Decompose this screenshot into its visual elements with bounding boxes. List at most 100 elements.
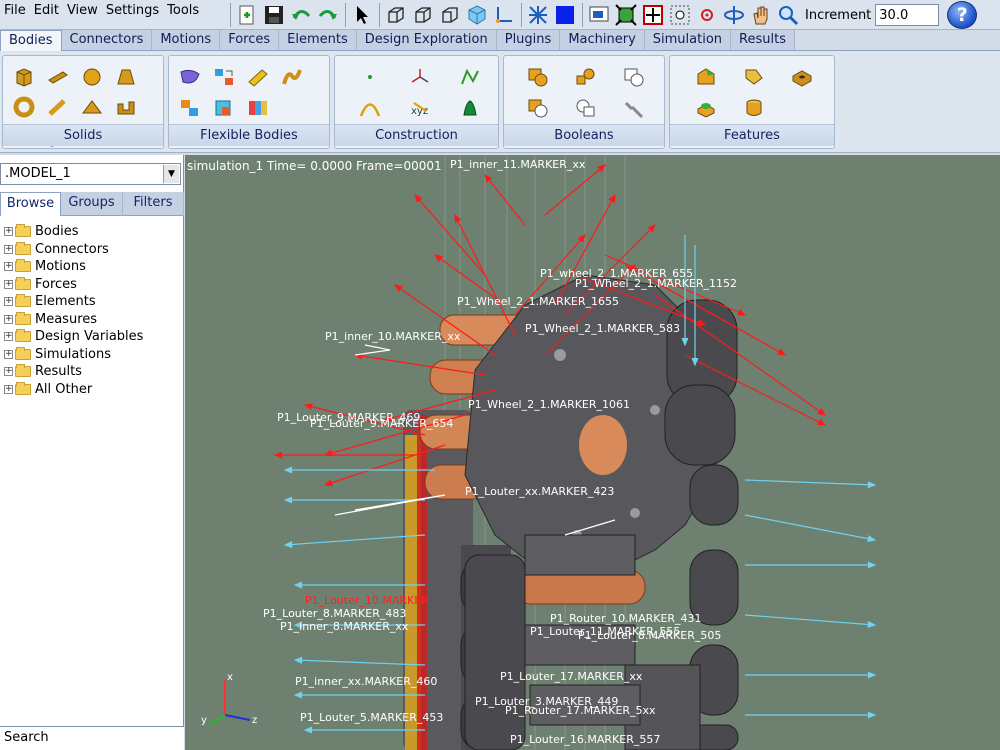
tree-item-all-other[interactable]: + All Other (4, 381, 143, 399)
tab-results[interactable]: Results (731, 30, 795, 50)
boss-icon[interactable] (682, 93, 730, 123)
box-icon[interactable] (7, 62, 41, 92)
tree-item-design-variables[interactable]: + Design Variables (4, 328, 143, 346)
tab-bodies[interactable]: Bodies (0, 30, 62, 51)
chamfer-icon[interactable] (682, 62, 730, 92)
tab-filters[interactable]: Filters (123, 192, 184, 216)
wireframe-icon[interactable] (384, 3, 408, 27)
bool-split-icon[interactable] (562, 93, 610, 123)
tree-item-results[interactable]: + Results (4, 363, 143, 381)
flex-beam-icon[interactable] (241, 62, 275, 92)
menu-file[interactable]: File (2, 3, 32, 19)
expand-icon[interactable]: + (4, 384, 13, 394)
zoom-box-icon[interactable] (641, 3, 665, 27)
wireframe-icon-3[interactable] (438, 3, 462, 27)
frustum-icon[interactable] (109, 62, 143, 92)
tree-item-forces[interactable]: + Forces (4, 276, 143, 294)
color-icon[interactable] (553, 3, 577, 27)
redo-icon[interactable] (316, 3, 340, 27)
tree-item-bodies[interactable]: + Bodies (4, 223, 143, 241)
expand-icon[interactable]: + (4, 314, 13, 324)
xyz-icon[interactable]: xyz (395, 93, 445, 123)
bool-intersect-icon[interactable] (562, 62, 610, 92)
model-viewport[interactable]: x z y P1_inner_11.MARKER_xx P1_inner_10.… (185, 155, 1000, 750)
expand-icon[interactable]: + (4, 332, 13, 342)
hole-icon[interactable] (778, 62, 826, 92)
undo-icon[interactable] (289, 3, 313, 27)
arc-icon[interactable] (345, 93, 395, 123)
link-icon[interactable] (41, 92, 75, 122)
menu-settings[interactable]: Settings (104, 3, 165, 19)
expand-icon[interactable]: + (4, 262, 13, 272)
center-icon[interactable] (668, 3, 692, 27)
increment-input[interactable] (875, 4, 940, 26)
menu-edit[interactable]: Edit (32, 3, 65, 19)
tab-browse[interactable]: Browse (0, 192, 61, 216)
bool-cut-icon[interactable] (610, 62, 658, 92)
shaded-icon[interactable] (465, 3, 489, 27)
sphere-icon[interactable] (75, 62, 109, 92)
marker-icon[interactable] (395, 62, 445, 92)
flex-swap-icon[interactable] (173, 93, 207, 123)
search-input[interactable]: Search (0, 726, 184, 750)
new-icon[interactable] (235, 3, 259, 27)
flex-color-icon[interactable] (241, 93, 275, 123)
expand-icon[interactable]: + (4, 227, 13, 237)
tree-item-simulations[interactable]: + Simulations (4, 346, 143, 364)
tree-item-connectors[interactable]: + Connectors (4, 241, 143, 259)
wireframe-icon-2[interactable] (411, 3, 435, 27)
tab-machinery[interactable]: Machinery (560, 30, 645, 50)
bool-chain-icon[interactable] (514, 93, 562, 123)
fit-icon[interactable] (614, 3, 638, 27)
marker-label: P1_inner_8.MARKER_xx (280, 620, 409, 633)
torus-icon[interactable] (7, 92, 41, 122)
plate-icon[interactable] (75, 92, 109, 122)
toolbar-separator (379, 3, 380, 27)
menu-view[interactable]: View (65, 3, 104, 19)
tab-forces[interactable]: Forces (220, 30, 280, 50)
flex-body-icon[interactable] (173, 62, 207, 92)
rotate-icon[interactable] (722, 3, 746, 27)
flex-spline-icon[interactable] (275, 62, 309, 92)
flex-mesh-icon[interactable] (207, 93, 241, 123)
toolbar-separator (345, 3, 346, 27)
shell-icon[interactable] (730, 93, 778, 123)
bool-union-icon[interactable] (514, 62, 562, 92)
bell-icon[interactable] (445, 93, 495, 123)
menu-tools[interactable]: Tools (165, 3, 205, 19)
tree-item-motions[interactable]: + Motions (4, 258, 143, 276)
zoom-icon[interactable] (776, 3, 800, 27)
tab-simulation[interactable]: Simulation (644, 30, 732, 50)
chevron-down-icon[interactable]: ▼ (163, 165, 179, 183)
tab-plugins[interactable]: Plugins (496, 30, 561, 50)
expand-icon[interactable]: + (4, 297, 13, 307)
tree-item-elements[interactable]: + Elements (4, 293, 143, 311)
point-icon[interactable] (345, 62, 395, 92)
axes-icon[interactable] (492, 3, 516, 27)
tab-groups[interactable]: Groups (61, 192, 123, 216)
tab-design-exploration[interactable]: Design Exploration (356, 30, 497, 50)
tree-item-measures[interactable]: + Measures (4, 311, 143, 329)
extrusion-icon[interactable] (109, 92, 143, 122)
pan-icon[interactable] (749, 3, 773, 27)
tab-motions[interactable]: Motions (152, 30, 221, 50)
expand-icon[interactable]: + (4, 367, 13, 377)
flex-convert-icon[interactable] (207, 62, 241, 92)
tab-connectors[interactable]: Connectors (61, 30, 153, 50)
tab-elements[interactable]: Elements (279, 30, 357, 50)
help-button[interactable]: ? (947, 1, 978, 29)
save-icon[interactable] (262, 3, 286, 27)
select-icon[interactable] (350, 3, 374, 27)
bool-link-icon[interactable] (610, 93, 658, 123)
fillet-icon[interactable] (730, 62, 778, 92)
render-icon[interactable] (587, 3, 611, 27)
cylinder-icon[interactable] (41, 62, 75, 92)
viewport-canvas[interactable]: x z y P1_inner_11.MARKER_xx P1_inner_10.… (185, 155, 1000, 750)
expand-icon[interactable]: + (4, 349, 13, 359)
expand-icon[interactable]: + (4, 279, 13, 289)
model-select[interactable]: .MODEL_1 ▼ (0, 163, 181, 185)
target-icon[interactable] (695, 3, 719, 27)
expand-icon[interactable]: + (4, 244, 13, 254)
grid-icon[interactable] (526, 3, 550, 27)
polyline-icon[interactable] (445, 62, 495, 92)
